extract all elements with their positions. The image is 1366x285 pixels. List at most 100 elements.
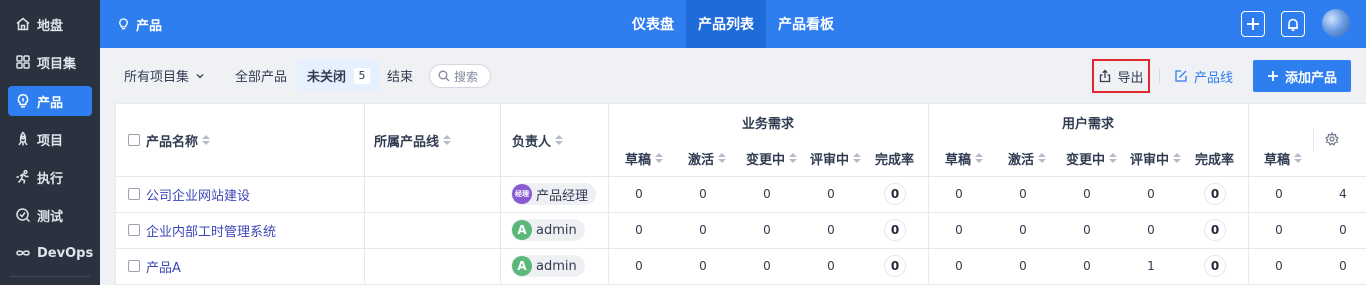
- lightbulb-icon: [117, 17, 130, 31]
- product-line-button[interactable]: 产品线: [1174, 60, 1233, 92]
- col-divider: [1313, 128, 1314, 152]
- sidebar-item-project[interactable]: 项目: [8, 124, 92, 154]
- completion-rate: 0: [1204, 183, 1226, 205]
- subheader-reviewing[interactable]: 评审中: [1130, 148, 1182, 168]
- sidebar-item-test[interactable]: 测试: [8, 200, 92, 230]
- sidebar-item-label: 项目: [37, 133, 64, 149]
- sidebar-item-product[interactable]: 产品: [8, 86, 92, 116]
- row-divider: [116, 176, 1366, 177]
- cell-value: 1: [1147, 259, 1155, 273]
- cell-value: 0: [763, 259, 771, 273]
- col-divider: [500, 104, 501, 285]
- subheader-active[interactable]: 激活: [1008, 148, 1047, 168]
- bell-icon: [1286, 17, 1300, 32]
- sort-icon[interactable]: [1294, 153, 1303, 163]
- row-checkbox[interactable]: [128, 260, 140, 272]
- sidebar-item-label: 执行: [37, 171, 64, 187]
- tab-product-list[interactable]: 产品列表: [686, 0, 766, 48]
- export-icon: [1098, 69, 1112, 83]
- count-badge: 5: [354, 67, 371, 84]
- completion-rate: 0: [884, 255, 906, 277]
- tab-product-kanban[interactable]: 产品看板: [766, 0, 846, 48]
- owner-chip: 经理 产品经理: [511, 183, 597, 205]
- cell-value: 0: [763, 223, 771, 237]
- top-header: 产品 仪表盘 产品列表 产品看板: [100, 0, 1366, 48]
- group-header-business: 业务需求: [742, 116, 795, 132]
- cell-value: 0: [1083, 223, 1091, 237]
- notification-button[interactable]: [1281, 11, 1305, 37]
- subheader-changing[interactable]: 变更中: [746, 148, 798, 168]
- lightbulb-icon: [15, 93, 31, 109]
- search-label: 搜索: [454, 69, 479, 84]
- subheader-label: 草稿: [625, 152, 652, 168]
- column-header-owner[interactable]: 负责人: [512, 128, 564, 152]
- program-filter-dropdown[interactable]: 所有项目集: [124, 60, 205, 91]
- subheader-changing[interactable]: 变更中: [1066, 148, 1118, 168]
- sidebar-item-devops[interactable]: DevOps: [8, 238, 93, 268]
- chevron-down-icon: [195, 71, 205, 81]
- sort-icon[interactable]: [1038, 153, 1047, 163]
- plus-icon: [1246, 17, 1260, 31]
- row-checkbox[interactable]: [128, 188, 140, 200]
- col-divider: [1248, 104, 1249, 285]
- subheader-reviewing[interactable]: 评审中: [810, 148, 862, 168]
- cell-value: 0: [763, 187, 771, 201]
- column-settings-icon[interactable]: [1325, 132, 1339, 146]
- add-product-button[interactable]: 添加产品: [1253, 60, 1351, 92]
- product-line-label: 产品线: [1194, 70, 1234, 86]
- cell-value: 4: [1339, 187, 1347, 201]
- user-avatar[interactable]: [1322, 9, 1350, 37]
- column-header-line[interactable]: 所属产品线: [374, 128, 452, 152]
- completion-rate: 0: [1204, 255, 1226, 277]
- subheader-completion: 完成率: [1195, 152, 1235, 168]
- subheader-active[interactable]: 激活: [688, 148, 727, 168]
- cell-value: 0: [635, 259, 643, 273]
- search-button[interactable]: 搜索: [429, 64, 491, 88]
- completion-rate: 0: [884, 183, 906, 205]
- sort-icon[interactable]: [718, 153, 727, 163]
- product-name-link[interactable]: 产品A: [146, 257, 181, 276]
- column-header-name[interactable]: 产品名称: [128, 128, 211, 152]
- create-button[interactable]: [1241, 11, 1265, 37]
- sort-icon[interactable]: [853, 153, 862, 163]
- cell-value: 0: [1019, 259, 1027, 273]
- export-button[interactable]: 导出: [1092, 59, 1150, 93]
- sort-icon[interactable]: [443, 135, 452, 145]
- sidebar-item-program[interactable]: 项目集: [8, 47, 92, 77]
- sort-icon[interactable]: [655, 153, 664, 163]
- run-icon: [15, 169, 31, 185]
- sort-icon[interactable]: [789, 153, 798, 163]
- sort-icon[interactable]: [202, 135, 211, 145]
- cell-value: 0: [1083, 187, 1091, 201]
- col-divider: [928, 104, 929, 285]
- cell-value: 0: [827, 259, 835, 273]
- sort-icon[interactable]: [555, 135, 564, 145]
- filter-unclosed-label: 未关闭: [307, 70, 347, 85]
- sort-icon[interactable]: [1173, 153, 1182, 163]
- product-name-link[interactable]: 公司企业网站建设: [146, 185, 250, 204]
- sort-icon[interactable]: [975, 153, 984, 163]
- filter-unclosed[interactable]: 未关闭 5: [297, 60, 381, 91]
- sidebar-item-execution[interactable]: 执行: [8, 162, 92, 192]
- subheader-draft[interactable]: 草稿: [1264, 148, 1303, 168]
- cell-value: 0: [955, 223, 963, 237]
- filter-ended[interactable]: 结束: [387, 60, 413, 91]
- select-all-checkbox[interactable]: [128, 134, 140, 146]
- sidebar-item-dashboard[interactable]: 地盘: [8, 9, 92, 39]
- cell-value: 0: [1147, 187, 1155, 201]
- tab-dashboard[interactable]: 仪表盘: [620, 0, 686, 48]
- page-title: 产品: [117, 0, 162, 48]
- cell-value: 0: [635, 187, 643, 201]
- toolbar-divider: [1159, 69, 1160, 83]
- subheader-draft[interactable]: 草稿: [945, 148, 984, 168]
- filter-all-products[interactable]: 全部产品: [235, 60, 287, 91]
- row-checkbox[interactable]: [128, 224, 140, 236]
- infinity-icon: [15, 245, 31, 261]
- sort-icon[interactable]: [1109, 153, 1118, 163]
- product-name-link[interactable]: 企业内部工时管理系统: [146, 221, 276, 240]
- col-divider: [608, 104, 609, 285]
- subheader-draft[interactable]: 草稿: [625, 148, 664, 168]
- column-header-label: 负责人: [512, 134, 552, 150]
- grid-icon: [15, 54, 31, 70]
- add-product-label: 添加产品: [1284, 70, 1337, 86]
